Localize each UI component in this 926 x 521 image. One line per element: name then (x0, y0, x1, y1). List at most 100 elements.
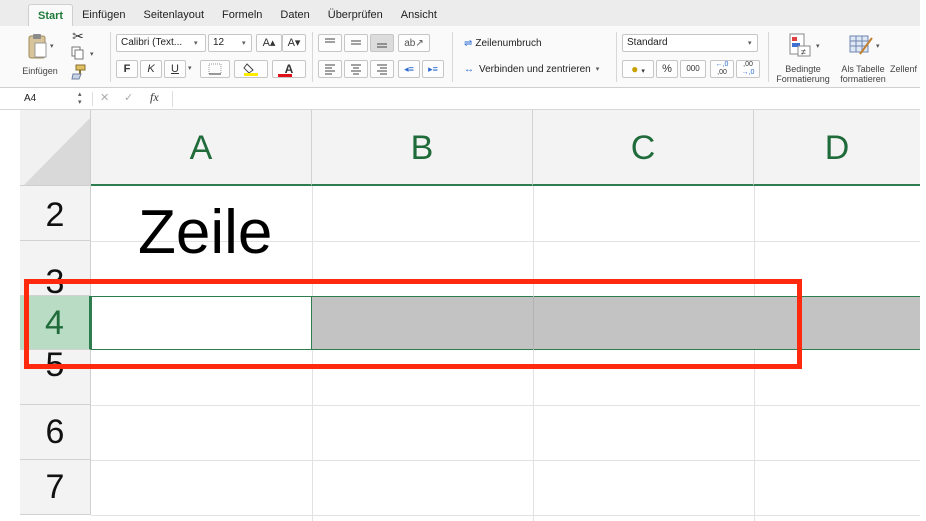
tab-start[interactable]: Start (28, 4, 74, 26)
align-left-button[interactable] (318, 60, 342, 78)
format-as-table-dropdown-icon: ▾ (876, 43, 880, 50)
cut-icon[interactable]: ✂ (70, 28, 86, 44)
increase-decimal-button[interactable]: ←,0 ,00 (710, 60, 734, 78)
ribbon-separator (768, 32, 769, 82)
ribbon-separator (452, 32, 453, 82)
bold-button[interactable]: F (116, 60, 138, 78)
tab-ueberpruefen[interactable]: Überprüfen (319, 4, 392, 26)
formula-bar-separator (92, 92, 93, 106)
italic-button[interactable]: K (140, 60, 162, 78)
decrease-decimal-top: ,00 (743, 61, 753, 68)
wrap-text-icon: ⇌ (464, 37, 473, 49)
copy-icon[interactable] (70, 46, 86, 62)
row-header-2[interactable]: 2 (20, 186, 91, 241)
align-top-icon (325, 38, 335, 43)
insert-function-icon[interactable]: fx (150, 90, 159, 105)
increase-indent-icon: ▸≡ (428, 64, 438, 74)
font-size-dropdown-icon[interactable]: ▾ (242, 39, 246, 47)
grow-font-button[interactable]: A▴ (256, 34, 282, 52)
wrap-text-button[interactable]: ⇌ Zeilenumbruch (464, 34, 542, 52)
conditional-formatting-button[interactable]: ≠ ▾ Bedingte Formatierung (772, 28, 834, 86)
percent-button[interactable]: % (656, 60, 678, 78)
column-header-b[interactable]: B (312, 110, 533, 186)
tab-daten[interactable]: Daten (271, 4, 318, 26)
borders-button[interactable] (200, 60, 230, 78)
gridline (91, 405, 920, 406)
increase-indent-button[interactable]: ▸≡ (422, 60, 444, 78)
format-as-table-button[interactable]: ▾ Als Tabelle formatieren (836, 28, 890, 86)
increase-decimal-bottom: ,00 (717, 69, 727, 76)
font-family-select[interactable]: Calibri (Text... (116, 34, 206, 52)
copy-dropdown-icon[interactable]: ▾ (90, 50, 94, 58)
paste-label[interactable]: Einfügen (18, 66, 62, 76)
number-format-dropdown-icon[interactable]: ▾ (748, 39, 752, 47)
gridline (91, 515, 920, 516)
align-top-button[interactable] (318, 34, 342, 52)
decrease-indent-icon: ◂≡ (404, 64, 414, 74)
align-right-button[interactable] (370, 60, 394, 78)
select-all-corner[interactable] (20, 110, 91, 186)
format-as-table-label-line1: Als Tabelle (841, 64, 885, 74)
orientation-button[interactable]: ab↗ (398, 34, 430, 52)
tab-seitenlayout[interactable]: Seitenlayout (135, 4, 214, 26)
underline-button[interactable]: U (164, 60, 186, 78)
decrease-decimal-bottom: →,0 (741, 69, 755, 76)
styles-group: ≠ ▾ Bedingte Formatierung ▾ Als Tabelle … (770, 26, 920, 88)
fill-color-icon (243, 63, 258, 76)
ribbon-separator (110, 32, 111, 82)
decrease-decimal-button[interactable]: ,00 →,0 (736, 60, 760, 78)
row-header-7[interactable]: 7 (20, 460, 91, 515)
tab-einfuegen[interactable]: Einfügen (73, 4, 134, 26)
gridline (91, 460, 920, 461)
accounting-format-button[interactable]: ● ▾ (622, 60, 654, 78)
conditional-formatting-icon: ≠ (789, 33, 811, 57)
column-header-a[interactable]: A (91, 110, 312, 186)
align-bottom-icon (377, 43, 387, 48)
accounting-dropdown-icon: ▾ (641, 68, 645, 75)
merge-center-dropdown-icon[interactable]: ▾ (596, 65, 600, 73)
coins-icon: ● (631, 62, 639, 76)
alignment-group: ab↗ ◂≡ ▸≡ ⇌ Zeilenumbruch ↔ Verbinden un… (314, 26, 620, 88)
merge-center-icon: ↔ (464, 63, 474, 75)
svg-text:≠: ≠ (801, 47, 806, 57)
row-header-6[interactable]: 6 (20, 405, 91, 460)
paste-icon[interactable] (26, 32, 48, 60)
cell-styles-label[interactable]: Zellenf (890, 64, 920, 74)
merge-center-button[interactable]: ↔ Verbinden und zentrieren ▾ (464, 60, 599, 78)
conditional-formatting-label: Bedingte Formatierung (772, 64, 834, 84)
number-group: Standard ▾ ● ▾ % 000 ←,0 ,00 ,00 →,0 (618, 26, 768, 88)
increase-decimal-top: ←,0 (715, 61, 729, 68)
tab-ansicht[interactable]: Ansicht (392, 4, 446, 26)
clipboard-group: ▾ Einfügen ✂ ▾ (0, 26, 110, 88)
shrink-font-button[interactable]: A▾ (282, 34, 306, 52)
align-center-button[interactable] (344, 60, 368, 78)
formula-input[interactable] (172, 91, 912, 107)
fill-color-button[interactable] (234, 60, 268, 78)
align-left-icon (325, 64, 335, 75)
align-middle-button[interactable] (344, 34, 368, 52)
font-color-swatch (278, 74, 292, 77)
cell-a2-text[interactable]: Zeile (138, 198, 272, 268)
underline-dropdown-icon[interactable]: ▾ (188, 64, 192, 72)
conditional-formatting-dropdown-icon: ▾ (816, 43, 820, 50)
align-center-icon (351, 64, 361, 75)
wrap-text-label: Zeilenumbruch (475, 37, 542, 49)
borders-icon (208, 63, 222, 75)
font-color-button[interactable]: A (272, 60, 306, 78)
confirm-icon[interactable]: ✓ (124, 91, 133, 104)
column-header-d[interactable]: D (754, 110, 920, 186)
align-bottom-button[interactable] (370, 34, 394, 52)
decrease-indent-button[interactable]: ◂≡ (398, 60, 420, 78)
font-family-dropdown-icon[interactable]: ▾ (194, 39, 198, 47)
thousands-separator-button[interactable]: 000 (680, 60, 706, 78)
format-as-table-label-line2: formatieren (840, 74, 886, 84)
number-format-select[interactable]: Standard (622, 34, 758, 52)
cancel-icon[interactable]: ✕ (100, 91, 109, 104)
paste-dropdown-icon[interactable]: ▾ (50, 42, 54, 50)
format-as-table-label: Als Tabelle formatieren (836, 64, 890, 84)
tab-formeln[interactable]: Formeln (213, 4, 271, 26)
name-box-stepper-icon[interactable]: ▴ ▾ (78, 91, 82, 107)
column-header-c[interactable]: C (533, 110, 754, 186)
format-painter-icon[interactable] (70, 64, 86, 80)
align-middle-icon (351, 40, 361, 45)
